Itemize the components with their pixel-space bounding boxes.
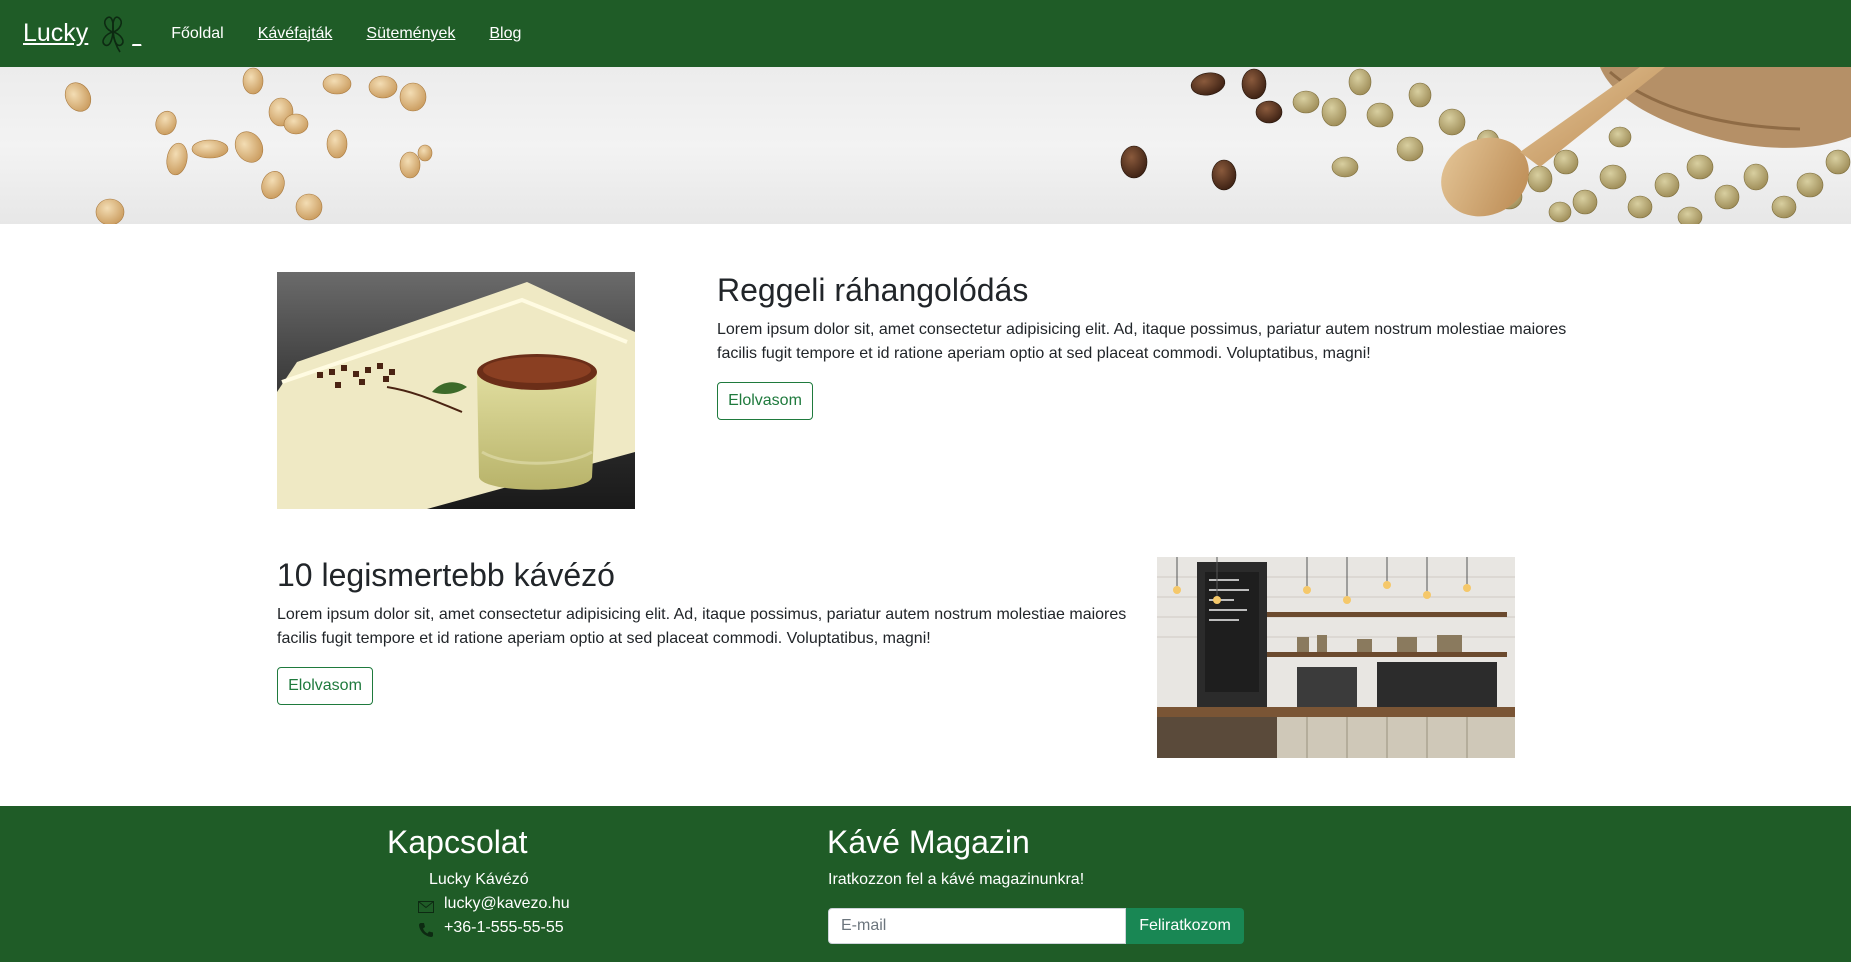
magazine-heading: Kávé Magazin [827, 824, 1030, 860]
brand-link[interactable]: Lucky _ [23, 14, 141, 54]
navbar: Lucky _ Főoldal Kávéfajták Sütemények Bl… [0, 0, 1851, 67]
article-title: 10 legismertebb kávézó [277, 557, 615, 593]
brand-suffix: _ [132, 29, 142, 47]
email-field[interactable] [828, 908, 1126, 944]
nav-link-coffee-types[interactable]: Kávéfajták [258, 25, 333, 43]
article-text: Lorem ipsum dolor sit, amet consectetur … [277, 606, 1127, 647]
contact-phone[interactable]: +36-1-555-55-55 [444, 919, 564, 937]
nav-link-pastries[interactable]: Sütemények [366, 25, 455, 43]
hero-banner [0, 67, 1851, 224]
magazine-text: Iratkozzon fel a kávé magazinunkra! [828, 871, 1085, 888]
nav-link-home[interactable]: Főoldal [171, 25, 223, 43]
clover-icon [102, 15, 125, 52]
cafe-image [1157, 557, 1515, 758]
tiramisu-image [277, 272, 635, 509]
nav-links: Főoldal Kávéfajták Sütemények Blog [171, 25, 555, 43]
envelope-icon [418, 901, 434, 913]
subscribe-button[interactable]: Feliratkozom [1126, 908, 1244, 944]
article-text: Lorem ipsum dolor sit, amet consectetur … [717, 321, 1567, 362]
article-title: Reggeli ráhangolódás [717, 272, 1029, 308]
contact-email[interactable]: lucky@kavezo.hu [444, 895, 570, 913]
contact-heading: Kapcsolat [387, 824, 528, 860]
footer: Kapcsolat Lucky Kávézó lucky@kavezo.hu +… [0, 806, 1851, 962]
phone-icon [419, 923, 433, 937]
read-more-button[interactable]: Elolvasom [277, 667, 373, 705]
contact-name: Lucky Kávézó [429, 871, 529, 888]
nav-link-blog[interactable]: Blog [489, 25, 521, 43]
read-more-button[interactable]: Elolvasom [717, 382, 813, 420]
brand-name: Lucky [23, 19, 89, 47]
coffee-beans-image [64, 67, 1851, 224]
